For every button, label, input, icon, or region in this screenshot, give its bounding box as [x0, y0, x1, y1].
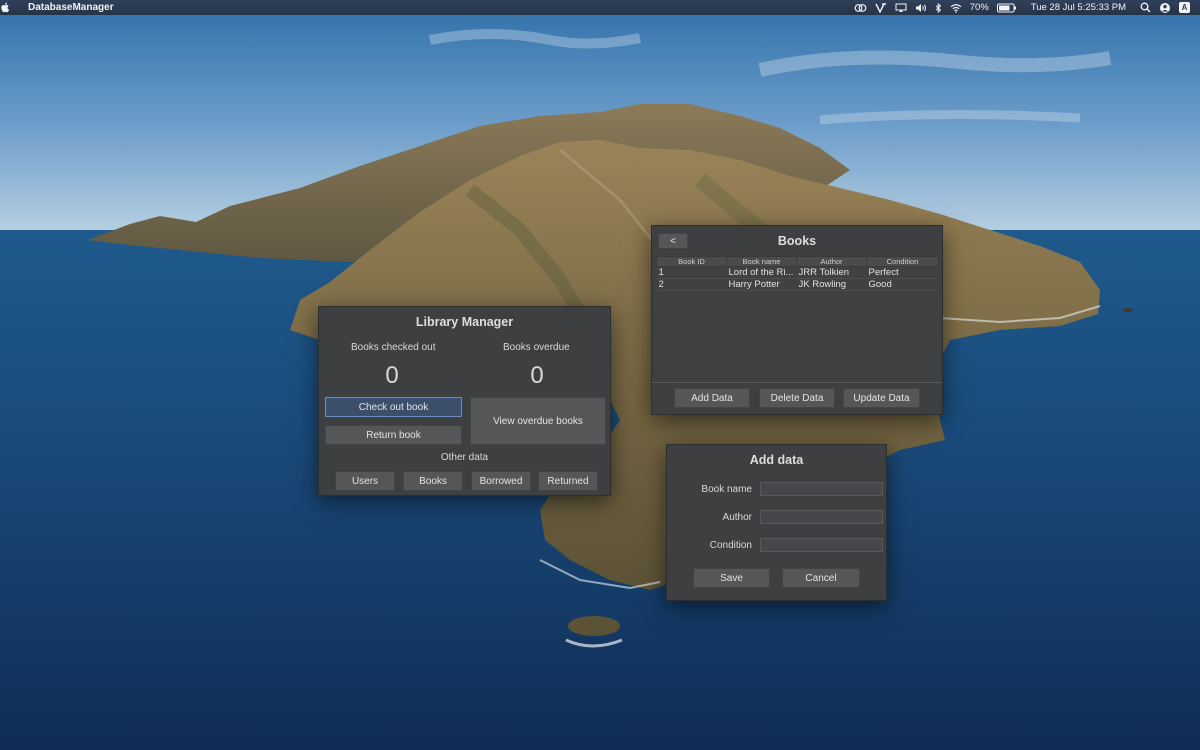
user-icon[interactable]: [1159, 0, 1171, 15]
column-header[interactable]: Book name: [726, 256, 797, 267]
library-manager-window: Library Manager Books checked out Books …: [318, 306, 611, 496]
app-name[interactable]: DatabaseManager: [28, 2, 114, 13]
add-data-button[interactable]: Add Data: [674, 388, 750, 408]
table-cell: Harry Potter: [726, 278, 797, 291]
return-book-button[interactable]: Return book: [325, 425, 462, 445]
divider: [652, 382, 942, 383]
table-cell: Perfect: [866, 266, 939, 279]
window-title: Library Manager: [415, 315, 514, 329]
menu-bar: DatabaseManager 70% Tue 28 Jul 5:25:33 P…: [0, 0, 1200, 15]
books-overdue-label: Books overdue: [503, 342, 570, 353]
column-header[interactable]: Book ID: [656, 256, 727, 267]
condition-label: Condition: [709, 540, 752, 551]
battery-percentage[interactable]: 70%: [970, 0, 989, 15]
table-row[interactable]: 2 Harry Potter JK Rowling Good: [656, 278, 939, 291]
window-title: Books: [777, 234, 817, 248]
table-cell: Good: [866, 278, 939, 291]
table-cell: 2: [656, 278, 727, 291]
wifi-icon[interactable]: [950, 0, 962, 15]
author-label: Author: [722, 512, 752, 523]
table-header-row: Book ID Book name Author Condition: [656, 256, 939, 267]
table-cell: JK Rowling: [796, 278, 867, 291]
apple-icon[interactable]: [0, 2, 28, 13]
bluetooth-icon[interactable]: [935, 0, 942, 15]
books-button[interactable]: Books: [403, 471, 463, 491]
update-data-button[interactable]: Update Data: [843, 388, 920, 408]
view-overdue-books-button[interactable]: View overdue books: [470, 397, 606, 445]
cancel-button[interactable]: Cancel: [782, 568, 860, 588]
condition-field[interactable]: [760, 538, 883, 552]
table-cell: JRR Tolkien: [796, 266, 867, 279]
input-source-icon[interactable]: A: [1179, 0, 1190, 15]
window-title: Add data: [749, 453, 804, 467]
table-cell: Lord of the Ri...: [726, 266, 797, 279]
book-name-field[interactable]: [760, 482, 883, 496]
table-row[interactable]: 1 Lord of the Ri... JRR Tolkien Perfect: [656, 266, 939, 279]
save-button[interactable]: Save: [693, 568, 770, 588]
vpn-icon[interactable]: [875, 0, 887, 15]
author-field[interactable]: [760, 510, 883, 524]
other-data-label: Other data: [440, 452, 489, 463]
book-name-label: Book name: [701, 484, 752, 495]
books-overdue-count: 0: [530, 362, 544, 389]
books-checked-out-count: 0: [385, 362, 399, 389]
books-window: < Books Book ID Book name Author Conditi…: [651, 225, 943, 415]
volume-icon[interactable]: [915, 0, 927, 15]
input-source-label: A: [1179, 2, 1190, 13]
clock[interactable]: Tue 28 Jul 5:25:33 PM: [1031, 0, 1126, 15]
battery-icon[interactable]: [996, 0, 1017, 15]
delete-data-button[interactable]: Delete Data: [759, 388, 835, 408]
column-header[interactable]: Author: [796, 256, 867, 267]
status-menus: 70% Tue 28 Jul 5:25:33 PM A: [854, 0, 1200, 15]
column-header[interactable]: Condition: [866, 256, 939, 267]
table-cell: 1: [656, 266, 727, 279]
users-button[interactable]: Users: [335, 471, 395, 491]
books-checked-out-label: Books checked out: [351, 342, 436, 353]
check-out-book-button[interactable]: Check out book: [325, 397, 462, 417]
airplay-icon[interactable]: [895, 0, 907, 15]
books-table[interactable]: Book ID Book name Author Condition 1 Lor…: [656, 256, 940, 378]
borrowed-button[interactable]: Borrowed: [471, 471, 531, 491]
search-icon[interactable]: [1140, 0, 1151, 15]
add-data-window: Add data Book name Author Condition Save…: [666, 444, 887, 601]
returned-button[interactable]: Returned: [538, 471, 598, 491]
creative-cloud-icon[interactable]: [854, 0, 867, 15]
